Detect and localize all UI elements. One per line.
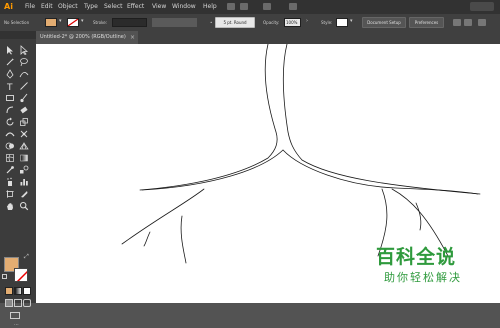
shape-builder-tool-icon[interactable] [5,141,15,151]
twig-left-3 [143,231,151,247]
preferences-button[interactable]: Preferences [409,17,444,28]
menu-select[interactable]: Select [104,3,123,11]
trunk-path-left [139,44,278,191]
perspective-grid-tool-icon[interactable] [19,141,29,151]
shaper-tool-icon[interactable] [5,105,15,115]
app-logo: Ai [4,2,13,11]
menu-effect[interactable]: Effect [127,3,144,11]
rectangle-tool-icon[interactable] [5,93,15,103]
brush-dot-icon: • [210,20,213,25]
menu-file[interactable]: File [25,3,35,11]
none-mode-icon[interactable] [23,287,31,295]
stroke-swatch[interactable] [67,18,79,27]
document-tab-bar: Untitled-2* @ 200% (RGB/Outline) × [36,31,500,44]
blend-tool-icon[interactable] [19,165,29,175]
watermark-title: 百科全说 [376,246,457,268]
document-tab-title: Untitled-2* @ 200% (RGB/Outline) [40,34,126,40]
tools-panel-grip[interactable] [0,31,36,39]
curvature-tool-icon[interactable] [19,69,29,79]
menu-object[interactable]: Object [58,3,78,11]
paintbrush-tool-icon[interactable] [19,93,29,103]
none-slash-icon [16,270,27,281]
direct-selection-tool-icon[interactable] [19,45,29,55]
menu-bar: Ai File Edit Object Type Select Effect V… [0,0,500,14]
brush-definition-select[interactable]: 5 pt. Round [215,17,255,28]
workspace-switcher[interactable] [470,2,494,11]
eraser-tool-icon[interactable] [19,105,29,115]
style-label: Style: [321,20,333,25]
menu-window[interactable]: Window [172,3,196,11]
color-mode-icon[interactable] [5,287,13,295]
style-swatch[interactable] [336,18,348,27]
document-tab[interactable]: Untitled-2* @ 200% (RGB/Outline) × [36,31,138,44]
selection-status: No Selection [4,20,30,25]
scale-tool-icon[interactable] [19,117,29,127]
mesh-tool-icon[interactable] [5,153,15,163]
style-dropdown-icon[interactable]: ▾ [350,19,353,24]
svg-text:✦: ✦ [11,57,15,62]
bridge-icon[interactable] [227,3,235,10]
rotate-tool-icon[interactable] [5,117,15,127]
pen-tool-icon[interactable] [5,69,15,79]
stroke-dropdown-icon[interactable]: ▾ [81,19,84,24]
zoom-tool-icon[interactable] [19,201,29,211]
slice-tool-icon[interactable] [19,189,29,199]
fill-swatch[interactable] [45,18,57,27]
stroke-label: Stroke: [93,20,108,25]
default-colors-icon[interactable] [2,274,7,279]
none-slash-icon [67,18,79,27]
puppet-warp-tool-icon[interactable] [19,129,29,139]
menu-edit[interactable]: Edit [41,3,53,11]
twig-left-2 [180,215,187,264]
lasso-tool-icon[interactable] [19,57,29,67]
hand-tool-icon[interactable] [5,201,15,211]
artboard-tool-icon[interactable] [5,189,15,199]
menu-type[interactable]: Type [84,3,98,11]
document-setup-button[interactable]: Document Setup [362,17,406,28]
transform-icon[interactable] [464,19,472,26]
opacity-arrow-icon[interactable]: › [306,19,308,24]
gradient-tool-icon[interactable] [19,153,29,163]
align-icon[interactable] [453,19,461,26]
gpu-performance-icon[interactable] [289,3,297,10]
svg-text:T: T [6,83,13,91]
menu-view[interactable]: View [152,3,166,11]
edit-toolbar-icon[interactable]: ··· [14,323,20,328]
eyedropper-tool-icon[interactable] [5,165,15,175]
width-tool-icon[interactable] [5,129,15,139]
draw-behind-icon[interactable] [14,299,22,307]
line-segment-tool-icon[interactable] [19,81,29,91]
twig-right-3 [415,202,422,231]
trunk-path-right [282,44,481,195]
type-tool-icon[interactable]: T [5,81,15,91]
swap-fill-stroke-icon[interactable]: ⤢ [24,253,29,261]
panel-menu-icon[interactable] [478,19,486,26]
opacity-label: Opacity: [263,20,280,25]
twig-left-1 [121,188,205,245]
stroke-weight-field[interactable] [112,18,147,27]
close-tab-icon[interactable]: × [130,31,135,44]
draw-normal-icon[interactable] [5,299,13,307]
tools-panel: ✦ T ⤢ ··· [0,31,36,328]
symbol-sprayer-tool-icon[interactable] [5,177,15,187]
stroke-color-swatch[interactable] [14,268,28,282]
draw-inside-icon[interactable] [23,299,31,307]
arrange-documents-icon[interactable] [263,3,271,10]
branch-lower-left [141,149,284,191]
fill-dropdown-icon[interactable]: ▾ [59,19,62,24]
branch-lower-right [282,149,479,195]
gradient-mode-icon[interactable] [14,287,22,295]
selection-tool-icon[interactable] [5,45,15,55]
control-bar: No Selection ▾ ▾ Stroke: • 5 pt. Round O… [0,14,500,31]
screen-mode-icon[interactable] [10,312,20,319]
variable-width-profile[interactable] [152,18,197,27]
stock-icon[interactable] [240,3,248,10]
watermark-subtitle: 助你轻松解决 [384,271,462,284]
watermark: 百科全说 助你轻松解决 [372,245,492,297]
column-graph-tool-icon[interactable] [19,177,29,187]
menu-help[interactable]: Help [203,3,217,11]
opacity-field[interactable]: 100% [284,18,301,27]
magic-wand-tool-icon[interactable]: ✦ [5,57,15,67]
